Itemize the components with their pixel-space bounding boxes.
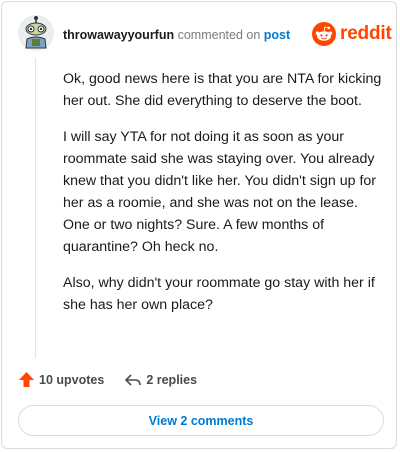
comment-paragraph: Ok, good news here is that you are NTA f… bbox=[63, 71, 382, 109]
comment-actions: 10 upvotes 2 replies bbox=[18, 371, 197, 388]
thread-line[interactable] bbox=[35, 58, 36, 358]
comment-body: Ok, good news here is that you are NTA f… bbox=[63, 68, 385, 330]
upvote-arrow-icon bbox=[19, 372, 34, 387]
view-comments-button[interactable]: View 2 comments bbox=[18, 405, 384, 436]
reddit-logo[interactable]: reddit bbox=[312, 22, 392, 46]
comment-card: throwawayyourfun commented on post reddi… bbox=[1, 1, 397, 449]
comment-action-text: commented on bbox=[177, 28, 261, 42]
comment-paragraph: Also, why didn't your roommate go stay w… bbox=[63, 275, 375, 313]
reddit-snoo-icon bbox=[312, 22, 336, 46]
author-username[interactable]: throwawayyourfun bbox=[63, 28, 174, 42]
upvote-count: 10 upvotes bbox=[39, 372, 105, 387]
reddit-wordmark: reddit bbox=[340, 23, 392, 44]
replies-button[interactable]: 2 replies bbox=[124, 372, 197, 388]
post-link[interactable]: post bbox=[264, 28, 290, 42]
reply-arrow-icon bbox=[125, 373, 142, 386]
upvote-button[interactable]: 10 upvotes bbox=[18, 371, 104, 388]
avatar[interactable] bbox=[18, 15, 54, 51]
reply-count: 2 replies bbox=[146, 372, 198, 387]
comment-paragraph: I will say YTA for not doing it as soon … bbox=[63, 129, 377, 255]
comment-header: throwawayyourfun commented on post bbox=[63, 27, 290, 43]
